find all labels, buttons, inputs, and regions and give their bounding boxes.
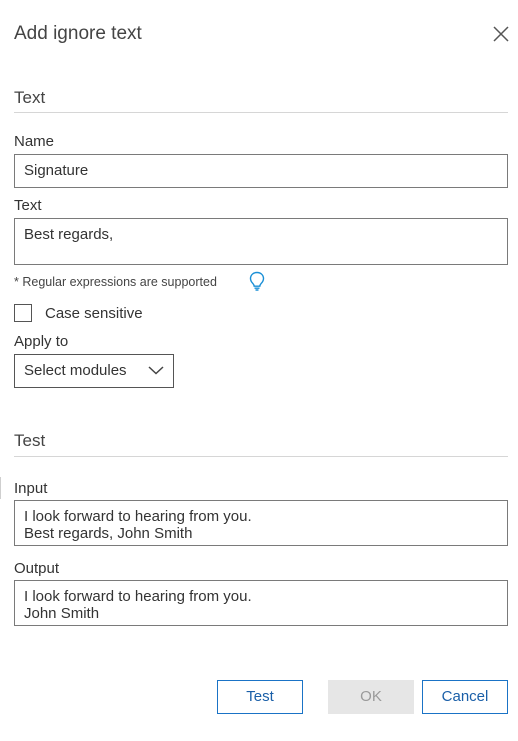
test-input-field[interactable]: I look forward to hearing from you. Best… [14, 500, 508, 546]
apply-to-value: Select modules [24, 362, 127, 379]
ok-button[interactable]: OK [328, 680, 414, 714]
output-label: Output [14, 560, 60, 577]
chevron-down-icon [148, 366, 164, 375]
name-field[interactable]: Signature [14, 154, 508, 188]
lightbulb-icon [249, 271, 265, 291]
text-section-heading: Text [14, 88, 46, 107]
test-section-heading: Test [14, 431, 46, 450]
text-label: Text [14, 197, 42, 214]
section-divider [14, 456, 508, 457]
case-sensitive-checkbox[interactable] [14, 304, 32, 322]
dialog-title: Add ignore text [14, 23, 142, 44]
regex-hint-button[interactable] [248, 271, 266, 291]
name-label: Name [14, 133, 55, 150]
input-label: Input [14, 480, 48, 497]
section-divider [14, 112, 508, 113]
test-output-field: I look forward to hearing from you. John… [14, 580, 508, 626]
apply-to-label: Apply to [14, 333, 69, 350]
cancel-button[interactable]: Cancel [422, 680, 508, 714]
test-button[interactable]: Test [217, 680, 303, 714]
close-icon [493, 26, 509, 42]
apply-to-dropdown[interactable]: Select modules [14, 354, 174, 388]
regex-note: * Regular expressions are supported [14, 275, 217, 289]
close-button[interactable] [492, 25, 510, 43]
panel-edge-marker [0, 477, 1, 499]
case-sensitive-label: Case sensitive [45, 305, 143, 322]
text-field[interactable]: Best regards, [14, 218, 508, 265]
